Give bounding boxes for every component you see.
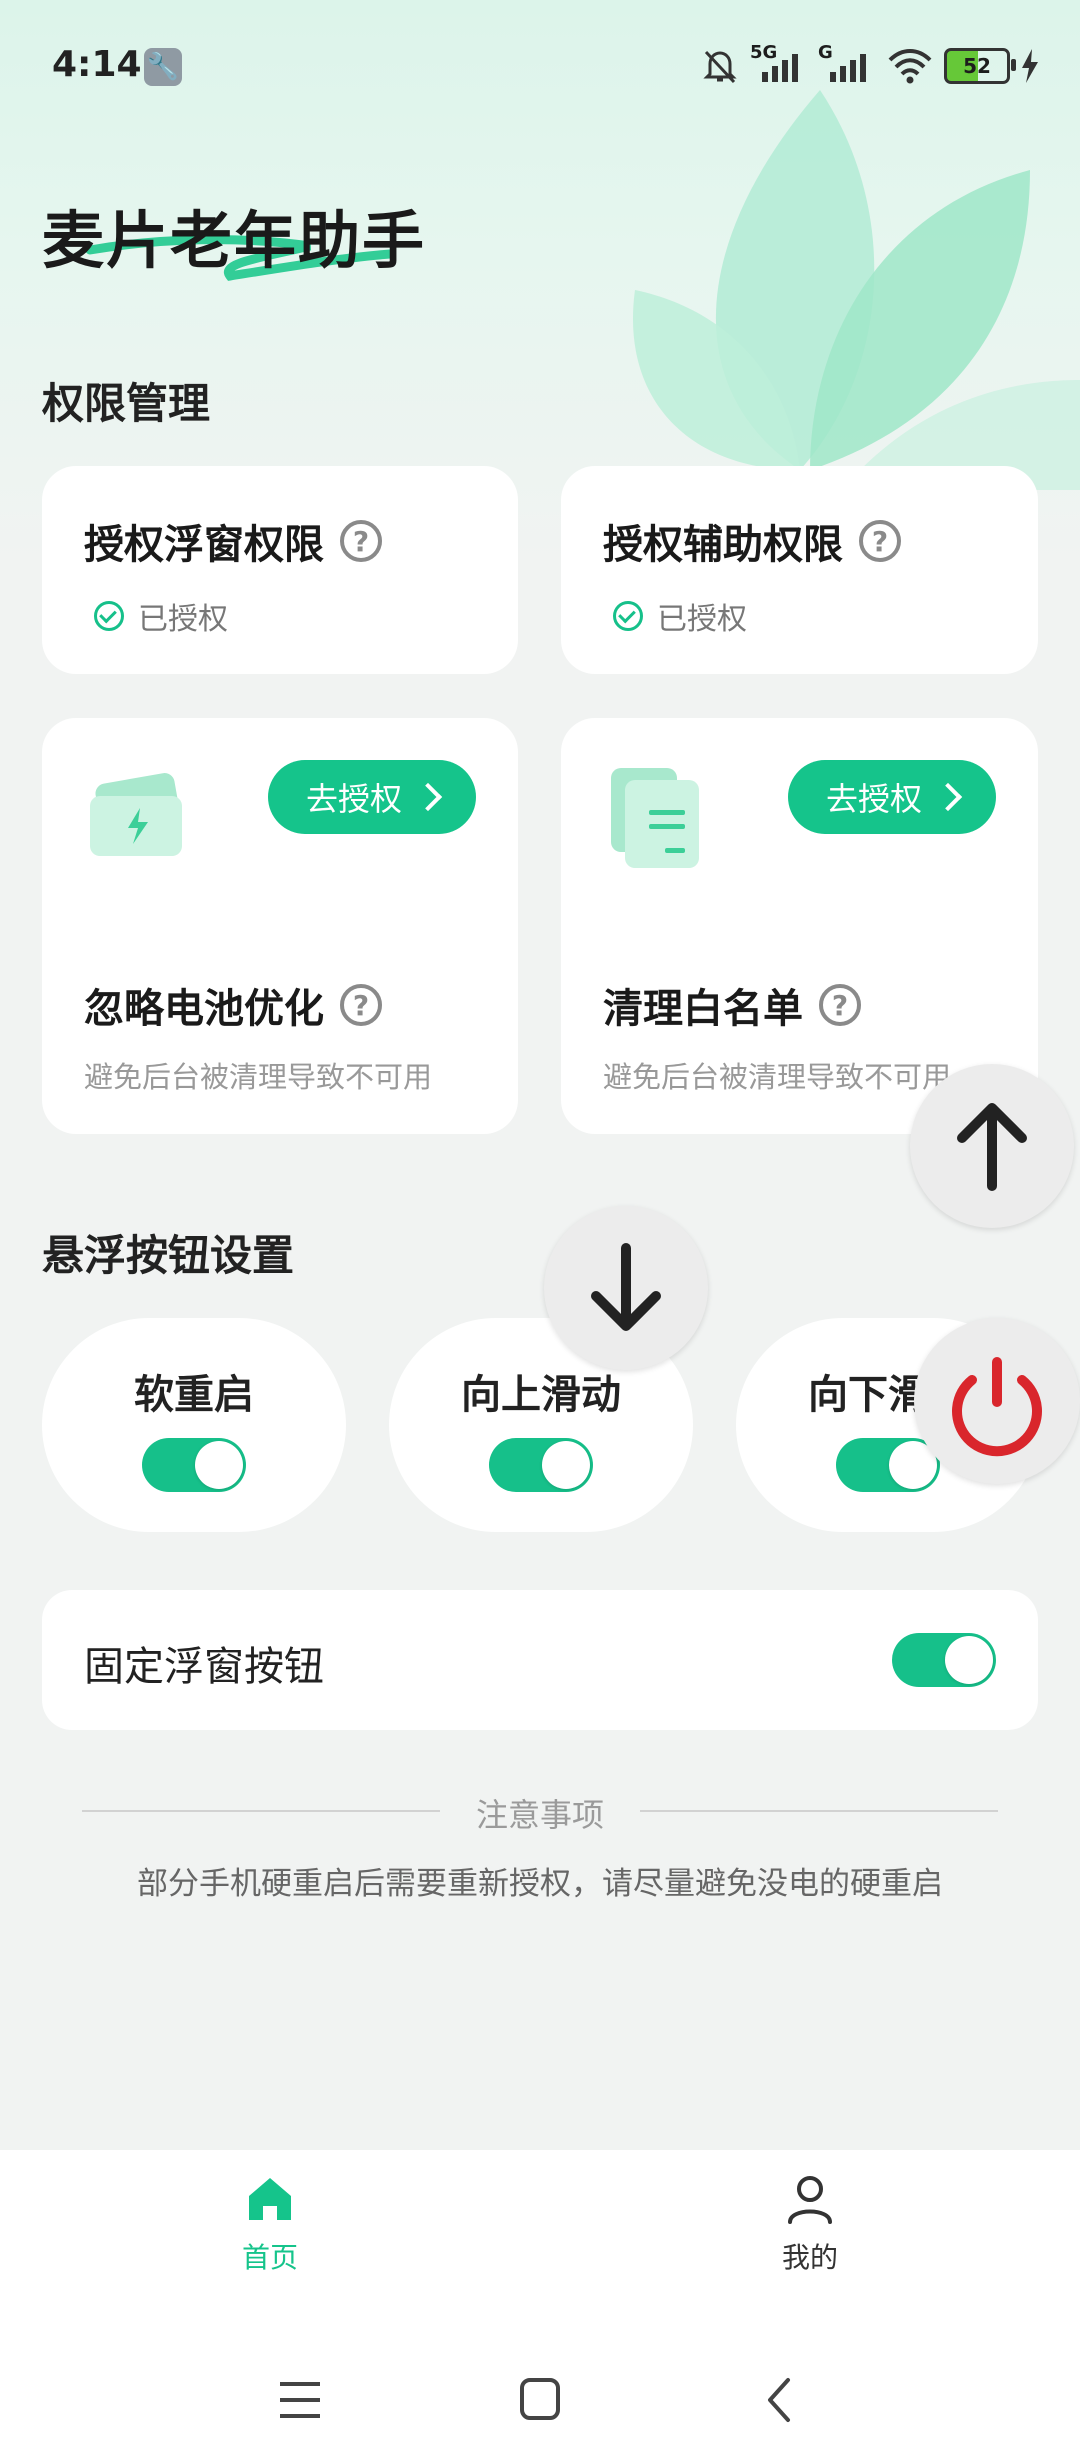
leaf-decoration	[632, 90, 1080, 490]
battery-card-icon	[90, 773, 182, 856]
user-icon	[788, 2176, 832, 2224]
accessibility-permission-card[interactable]: 授权辅助权限 ? 已授权	[561, 466, 1038, 674]
card-description: 避免后台被清理导致不可用	[84, 1060, 433, 1094]
arrow-up-icon	[957, 1103, 1027, 1191]
floating-window-permission-card[interactable]: 授权浮窗权限 ? 已授权	[42, 466, 518, 674]
status-time: 4:14	[52, 44, 142, 85]
signal-g-icon: G	[818, 42, 876, 86]
check-circle-icon	[94, 601, 124, 631]
card-title: 忽略电池优化 ?	[84, 976, 382, 1034]
soft-restart-toggle[interactable]	[142, 1438, 246, 1492]
notice-title: 注意事项	[475, 1796, 604, 1834]
home-square-icon[interactable]	[520, 2378, 560, 2420]
arrow-down-icon	[591, 1243, 661, 1331]
float-settings-section-title: 悬浮按钮设置	[42, 1231, 295, 1280]
help-icon[interactable]: ?	[819, 984, 861, 1026]
granted-status: 已授权	[613, 594, 747, 638]
swipe-up-label: 向上滑动	[461, 1372, 621, 1418]
chevron-right-icon	[933, 782, 963, 812]
clipboard-card-icon	[611, 768, 699, 868]
fixed-float-toggle[interactable]	[892, 1633, 996, 1687]
swipe-up-toggle[interactable]	[489, 1438, 593, 1492]
soft-restart-setting: 软重启	[42, 1318, 346, 1532]
fixed-float-button-setting: 固定浮窗按钮	[42, 1590, 1038, 1730]
nav-home-label: 首页	[241, 2241, 298, 2274]
check-circle-icon	[613, 601, 643, 631]
float-swipe-down-button[interactable]	[544, 1206, 708, 1370]
help-icon[interactable]: ?	[340, 520, 382, 562]
notice-text: 部分手机硬重启后需要重新授权，请尽量避免没电的硬重启	[137, 1866, 943, 1902]
help-icon[interactable]: ?	[859, 520, 901, 562]
back-icon[interactable]	[768, 2378, 790, 2422]
home-icon	[249, 2178, 291, 2220]
signal-5g-icon: 5G	[750, 42, 808, 86]
float-soft-restart-button[interactable]	[914, 1318, 1080, 1484]
soft-restart-label: 软重启	[134, 1372, 254, 1418]
nav-home[interactable]: 首页	[170, 2172, 370, 2276]
status-icons: 5G G 52	[700, 42, 1040, 88]
battery-optimization-card: 去授权 忽略电池优化 ? 避免后台被清理导致不可用	[42, 718, 518, 1134]
authorize-whitelist-button[interactable]: 去授权	[788, 760, 996, 834]
fixed-float-label: 固定浮窗按钮	[84, 1644, 324, 1690]
wifi-icon	[888, 49, 932, 84]
float-swipe-up-button[interactable]	[910, 1064, 1074, 1228]
chevron-right-icon	[413, 782, 443, 812]
authorize-battery-button[interactable]: 去授权	[268, 760, 476, 834]
menu-icon[interactable]	[280, 2382, 320, 2418]
nav-mine[interactable]: 我的	[710, 2172, 910, 2276]
nav-mine-label: 我的	[781, 2241, 838, 2274]
help-icon[interactable]: ?	[340, 984, 382, 1026]
system-navigation-bar	[280, 2378, 790, 2422]
card-title: 清理白名单 ?	[603, 976, 861, 1034]
status-bar: 4:14 🔧 5G G 52	[0, 0, 1080, 130]
card-title: 授权辅助权限 ?	[603, 512, 901, 570]
granted-status: 已授权	[94, 594, 228, 638]
wrench-icon: 🔧	[144, 48, 182, 86]
battery-icon: 52	[944, 48, 1016, 84]
power-icon	[952, 1357, 1042, 1457]
app-title: 麦片老年助手	[42, 204, 427, 277]
bell-muted-icon	[703, 50, 737, 84]
charging-icon	[1022, 49, 1038, 83]
permissions-section-title: 权限管理	[42, 379, 211, 428]
card-title: 授权浮窗权限 ?	[84, 512, 382, 570]
